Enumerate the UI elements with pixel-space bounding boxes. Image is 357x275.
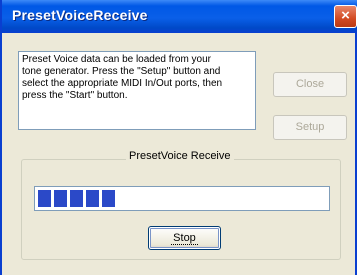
title-bar[interactable]: PresetVoiceReceive × <box>2 0 357 33</box>
setup-button[interactable]: Setup <box>273 115 347 140</box>
close-icon: × <box>341 7 350 24</box>
group-label: PresetVoice Receive <box>126 150 234 162</box>
instructions-text-box: Preset Voice data can be loaded from you… <box>18 51 256 130</box>
instruction-line: press the "Start" button. <box>22 90 128 101</box>
window-title: PresetVoiceReceive <box>12 7 148 23</box>
progress-segment <box>54 190 67 207</box>
instruction-line: tone generator. Press the "Setup" button… <box>22 66 221 77</box>
progress-segment <box>38 190 51 207</box>
dialog-window: PresetVoiceReceive × Preset Voice data c… <box>0 0 357 275</box>
progress-segment <box>86 190 99 207</box>
close-button[interactable]: Close <box>273 72 347 97</box>
stop-button-label: Stop <box>171 232 198 245</box>
progress-segment <box>70 190 83 207</box>
instruction-line: select the appropriate MIDI In/Out ports… <box>22 78 223 89</box>
progress-segment <box>102 190 115 207</box>
window-close-button[interactable]: × <box>334 5 357 28</box>
instruction-line: Preset Voice data can be loaded from you… <box>22 54 212 65</box>
receive-progress-bar <box>34 186 330 211</box>
stop-button[interactable]: Stop <box>148 226 221 250</box>
